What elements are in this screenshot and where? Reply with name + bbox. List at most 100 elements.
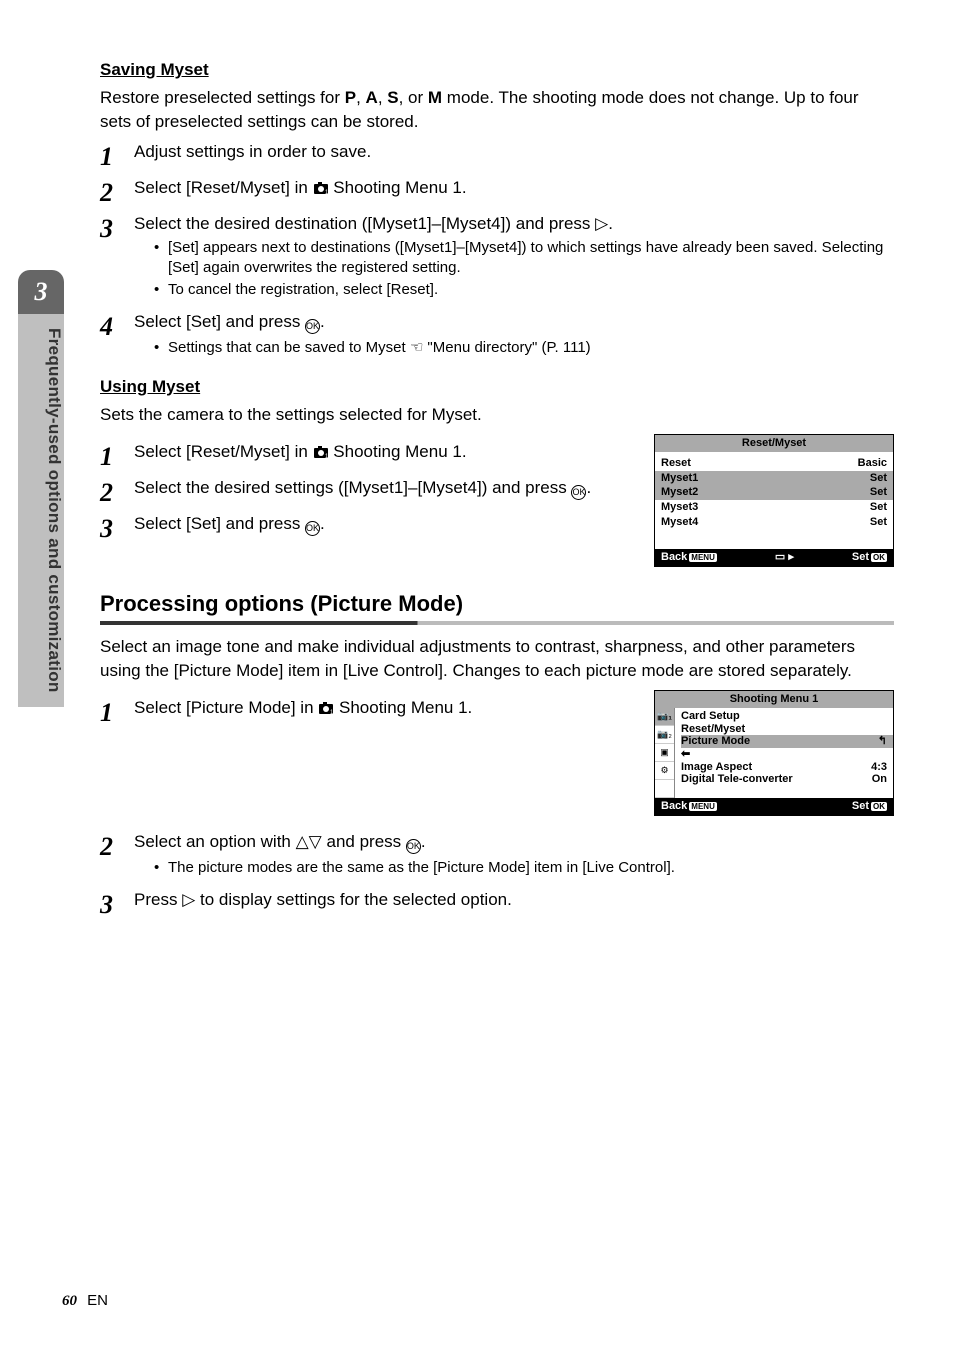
row-value: Set [870,472,887,485]
step-body: Select [Reset/Myset] in 1 Shooting Menu … [134,178,894,206]
text: Select [Reset/Myset] in [134,178,313,197]
step-number: 1 [100,698,134,726]
step-body: Select [Reset/Myset] in 1 Shooting Menu … [134,442,638,470]
menu-box-icon: MENU [689,553,717,562]
step-number: 2 [100,832,134,882]
step-body: Select the desired settings ([Myset1]–[M… [134,478,638,506]
step-number: 3 [100,214,134,305]
step-body: Adjust settings in order to save. [134,142,894,170]
step-body: Select [Set] and press OK. [134,514,638,542]
using-myset-steps: 1 Select [Reset/Myset] in 1 Shooting Men… [100,442,638,542]
ok-box-icon: OK [871,553,887,562]
text: . [586,478,591,497]
heading-processing-options: Processing options (Picture Mode) [100,591,894,625]
row-label: Digital Tele-converter [681,773,793,786]
text: , [356,88,365,107]
text: , or [399,88,428,107]
text: Press [134,890,182,909]
row-value: Set [870,516,887,529]
screen-back: BackMENU [661,551,717,564]
row-label: ⬅ [681,748,690,761]
saving-myset-steps: 1 Adjust settings in order to save. 2 Se… [100,142,894,363]
side-tab: 3 Frequently-used options and customizat… [0,270,82,707]
text: "Menu directory" (P. 111) [423,339,590,356]
text: Restore preselected settings for [100,88,345,107]
text: . [320,312,325,331]
ok-icon: OK [305,319,320,334]
row-label: Myset2 [661,486,698,499]
menu-box-icon: MENU [689,802,717,811]
row-value: Set [870,486,887,499]
text: . [608,214,613,233]
card-next-icon: ▭ ▸ [775,551,794,564]
row-label: Card Setup [681,710,740,723]
row-value: ↰ [878,735,887,748]
row-value: Basic [858,457,887,470]
screen-set: SetOK [852,800,887,813]
row-value: 4:3 [871,761,887,774]
text: . [320,514,325,533]
mode-s: S [387,88,398,107]
bullet: [Set] appears next to destinations ([Mys… [154,238,894,279]
screen-back: BackMENU [661,800,717,813]
screen-reset-myset: Reset/Myset ResetBasic Myset1Set Myset2S… [654,434,894,566]
text: Select the desired destination ([Myset1]… [134,214,595,233]
text: Shooting Menu 1. [329,442,467,461]
page-number: 60 [62,1293,77,1309]
row-label: Reset/Myset [681,723,745,736]
step-number: 1 [100,442,134,470]
screen-set: SetOK [852,551,887,564]
sub-bullets: The picture modes are the same as the [P… [154,858,894,878]
text: Shooting Menu 1. [334,698,472,717]
text: Select the desired settings ([Myset1]–[M… [134,478,571,497]
bullet: To cancel the registration, select [Rese… [154,280,894,300]
row-label: Image Aspect [681,761,752,774]
ok-icon: OK [406,839,421,854]
step-body: Select [Set] and press OK. Settings that… [134,312,894,362]
bullet: The picture modes are the same as the [P… [154,858,894,878]
processing-steps-a: 1 Select [Picture Mode] in 1 Shooting Me… [100,698,638,726]
step-number: 2 [100,178,134,206]
tab-icon [655,780,674,798]
mode-m: M [428,88,442,107]
step-number: 1 [100,142,134,170]
text: Select [Reset/Myset] in [134,442,313,461]
text: Select an option with [134,832,296,851]
ok-box-icon: OK [871,802,887,811]
tab-icon: ⚙ [655,762,674,780]
tab-icon: 📷₂ [655,726,674,744]
using-myset-desc: Sets the camera to the settings selected… [100,403,894,427]
row-value: On [872,773,887,786]
camera1-icon: 1 [313,181,329,195]
processing-steps-b: 2 Select an option with △▽ and press OK.… [100,832,894,918]
step-body: Select the desired destination ([Myset1]… [134,214,894,305]
tab-icon: 📷₁ [655,708,674,726]
tab-icon: ▣ [655,744,674,762]
row-label: Myset3 [661,501,698,514]
row-label: Myset1 [661,472,698,485]
mode-p: P [345,88,356,107]
ok-icon: OK [571,485,586,500]
text: to display settings for the selected opt… [195,890,512,909]
step-number: 3 [100,514,134,542]
triangle-up-down-icon: △▽ [296,832,322,851]
screen-title: Shooting Menu 1 [655,691,893,708]
text: Select [Set] and press [134,514,305,533]
chapter-number-badge: 3 [18,270,64,314]
triangle-right-icon: ▷ [182,890,195,909]
chapter-label: Frequently-used options and customizatio… [18,314,64,707]
page-footer: 60 EN [62,1292,108,1310]
heading-using-myset: Using Myset [100,377,894,397]
saving-myset-desc: Restore preselected settings for P, A, S… [100,86,894,134]
hand-pointing-icon: ☞ [410,338,423,358]
camera1-icon: 1 [318,701,334,715]
screen-shooting-menu: Shooting Menu 1 📷₁ 📷₂ ▣ ⚙ Card Setup Res… [654,690,894,815]
tab-column: 📷₁ 📷₂ ▣ ⚙ [655,708,675,798]
row-value: Set [870,501,887,514]
row-label: Myset4 [661,516,698,529]
bullet: Settings that can be saved to Myset ☞ "M… [154,338,894,358]
camera1-icon: 1 [313,445,329,459]
mode-a: A [366,88,378,107]
page-lang: EN [87,1292,108,1309]
text: , [378,88,387,107]
